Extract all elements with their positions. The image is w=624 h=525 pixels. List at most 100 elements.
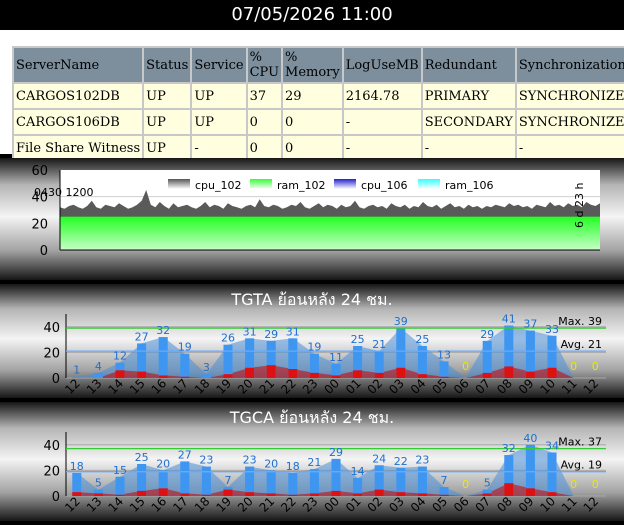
bar	[245, 466, 255, 496]
data-label: 19	[307, 341, 321, 354]
data-label: 0	[462, 360, 469, 373]
data-label: 26	[221, 332, 235, 345]
bar	[180, 353, 190, 378]
tgta-chart-panel: TGTA ย้อนหลัง 24 ชม. 0 20 40 Max. 39 Avg. 21 1…	[0, 284, 624, 398]
bar	[115, 476, 125, 496]
bar	[353, 478, 363, 496]
legend-swatch	[418, 179, 440, 189]
server-status-panel: ServerName Status Service% CPU% Memory LogU…	[0, 30, 624, 162]
bar	[525, 330, 535, 378]
y-tick-label: 0	[40, 244, 48, 259]
cpu-ram-chart-panel: 0 20 40 60 cpu_102 ram_102 cpu_106 ram_106 0430 …	[0, 158, 624, 280]
data-label: 22	[394, 455, 408, 468]
table-cell: UP	[142, 108, 193, 136]
server-status-table: ServerName Status Service% CPU% Memory LogU…	[11, 46, 624, 162]
x-tick-label: 03	[386, 494, 407, 515]
x-tick-label: 12	[581, 494, 602, 515]
history-chart: TGTA ย้อนหลัง 24 ชม.02040 Max. 39Avg. 211…	[43, 290, 606, 397]
data-label: 25	[351, 333, 365, 346]
red-bar	[266, 365, 276, 378]
data-label: 32	[502, 442, 516, 455]
max-label: Max. 37	[558, 436, 602, 449]
table-cell: UP	[142, 82, 193, 110]
data-label: 11	[329, 351, 343, 364]
data-label: 34	[545, 439, 559, 452]
data-label: 0	[570, 360, 577, 373]
table-cell: UP	[190, 108, 248, 136]
data-label: 18	[70, 460, 84, 473]
column-header: Redundant	[420, 46, 517, 84]
data-label: 0	[592, 360, 599, 373]
x-tick-label: 15	[127, 494, 148, 515]
data-label: 25	[135, 451, 149, 464]
x-tick-label: 14	[105, 376, 126, 397]
x-tick-label: 01	[343, 376, 364, 397]
data-label: 29	[480, 328, 494, 341]
data-label: 20	[156, 457, 170, 470]
avg-label: Avg. 19	[561, 459, 602, 472]
data-label: 7	[225, 474, 232, 487]
column-header: % CPU	[245, 46, 284, 84]
y-tick-label: 40	[43, 321, 60, 336]
red-bar	[504, 366, 514, 378]
data-label: 19	[178, 341, 192, 354]
x-tick-label: 00	[321, 494, 342, 515]
bar	[417, 466, 427, 496]
bar	[309, 469, 319, 496]
bar	[439, 487, 449, 496]
data-label: 3	[203, 361, 210, 374]
x-tick-label: 11	[559, 494, 580, 515]
data-label: 15	[113, 464, 127, 477]
data-label: 23	[243, 454, 257, 467]
bar	[547, 452, 557, 496]
legend-swatch	[168, 179, 190, 189]
ram-102-area	[60, 216, 600, 250]
x-tick-label: 22	[278, 376, 299, 397]
x-tick-label: 16	[149, 376, 170, 397]
x-tick-label: 04	[408, 494, 429, 515]
data-label: 27	[178, 448, 192, 461]
chart-overlay-label: 0430 1200	[34, 186, 94, 199]
cpu-ram-chart: 0204060cpu_102 ram_102 cpu_106 ram_1060430 …	[31, 164, 600, 259]
bar	[439, 361, 449, 378]
x-tick-label: 05	[429, 376, 450, 397]
bar	[482, 340, 492, 378]
table-cell: SYNCHRONIZED	[514, 108, 624, 136]
max-label: Max. 39	[558, 315, 602, 328]
legend-label: ram_102	[277, 179, 325, 192]
x-tick-label: 12	[62, 494, 83, 515]
data-label: 27	[135, 330, 149, 343]
legend-label: ram_106	[445, 179, 493, 192]
x-tick-label: 22	[278, 494, 299, 515]
bar	[223, 344, 233, 378]
column-header: ServerName	[11, 46, 145, 84]
table-cell: PRIMARY	[420, 82, 517, 110]
data-label: 32	[156, 324, 170, 337]
red-bar	[396, 367, 406, 378]
x-tick-label: 20	[235, 376, 256, 397]
data-label: 0	[462, 478, 469, 491]
x-tick-label: 17	[170, 494, 191, 515]
y-tick-label: 0	[52, 372, 60, 387]
red-bar	[547, 367, 557, 378]
x-tick-label: 21	[257, 376, 278, 397]
data-label: 12	[113, 350, 127, 363]
data-label: 41	[502, 313, 516, 326]
x-tick-label: 07	[473, 494, 494, 515]
chart-title: TGTA ย้อนหลัง 24 ชม.	[230, 290, 392, 309]
tgca-chart-panel: TGCA ย้อนหลัง 24 ชม. 0 20 40 Max. 37 Avg. 19 1…	[0, 402, 624, 521]
red-bar	[504, 483, 514, 496]
column-header: Service	[190, 46, 248, 84]
data-label: 23	[199, 454, 213, 467]
x-tick-label: 10	[537, 376, 558, 397]
x-tick-label: 16	[149, 494, 170, 515]
bar	[180, 461, 190, 496]
data-label: 25	[415, 333, 429, 346]
x-tick-label: 02	[365, 494, 386, 515]
x-tick-label: 17	[170, 376, 191, 397]
x-tick-label: 00	[321, 376, 342, 397]
x-tick-label: 10	[537, 494, 558, 515]
x-tick-label: 15	[127, 376, 148, 397]
table-row: CARGOS102DB UP UP 37 29 2164.78 PRIMARY SYNCHRO…	[11, 82, 624, 110]
red-bar	[288, 369, 298, 378]
